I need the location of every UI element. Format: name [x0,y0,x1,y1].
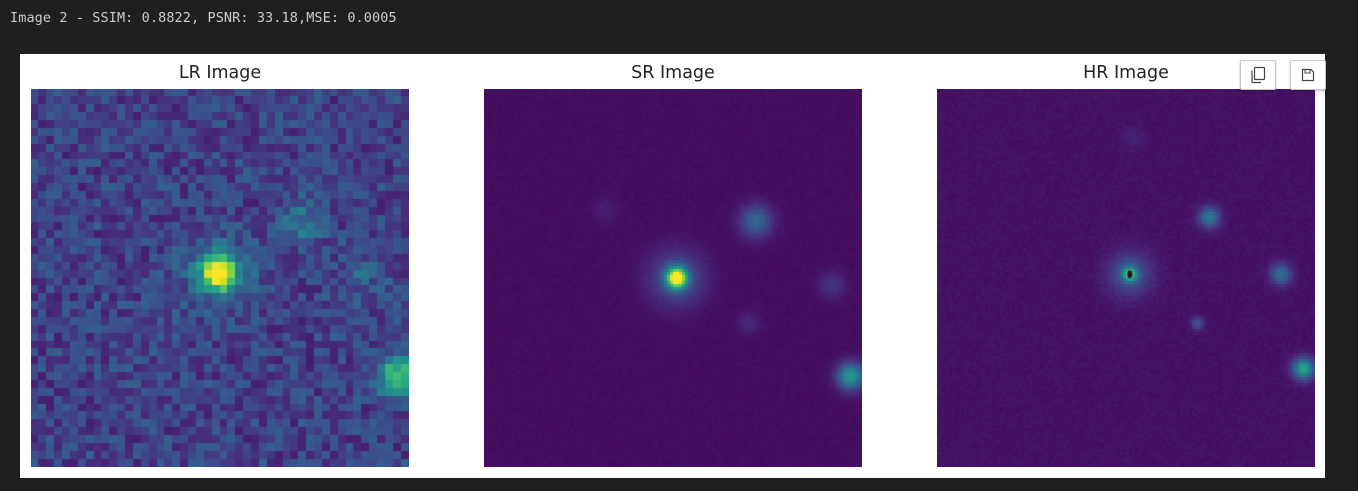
copy-icon [1251,66,1266,84]
panel-title-lr: LR Image [178,63,262,83]
hr-image [937,89,1315,467]
stdout-text: Image 2 - SSIM: 0.8822, PSNR: 33.18,MSE:… [10,10,397,26]
save-icon [1301,68,1315,82]
lr-image [31,89,409,467]
sr-image [484,89,862,467]
copy-button[interactable] [1240,60,1276,90]
save-button[interactable] [1290,60,1326,90]
panel-title-sr: SR Image [631,63,715,83]
matplotlib-figure: LR Image SR Image HR Image [20,54,1325,478]
